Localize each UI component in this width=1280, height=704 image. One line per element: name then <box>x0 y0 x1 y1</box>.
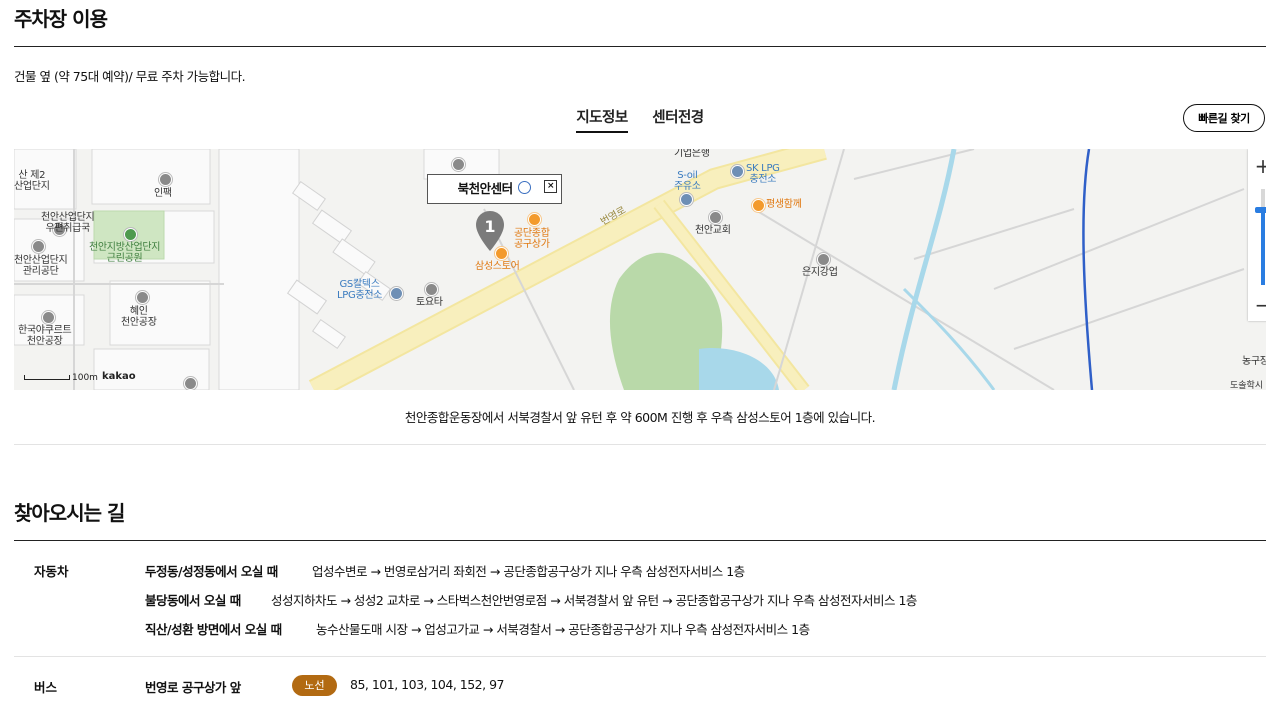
parking-divider <box>14 46 1266 47</box>
zoom-level-fill <box>1261 211 1265 285</box>
tab-center-view[interactable]: 센터전경 <box>652 106 704 131</box>
map-view[interactable]: 기업은행 S-oil 주유소 SK LPG 충전소 평생함께 천안교회 은지강업… <box>14 149 1266 390</box>
zoom-handle[interactable] <box>1255 207 1266 213</box>
poi-icon <box>184 377 197 390</box>
location-marker[interactable]: 1 <box>476 211 504 251</box>
map-label: 토요타 <box>416 297 443 308</box>
map-label: 천안지방산업단지 근린공원 <box>89 242 161 264</box>
gas-station-icon <box>680 193 693 206</box>
route-from: 두정동/성정동에서 오실 때 <box>145 564 278 579</box>
gas-station-icon <box>390 287 403 300</box>
route-from: 불당동에서 오실 때 <box>145 593 241 608</box>
poi-icon <box>42 311 55 324</box>
zoom-control: + − <box>1248 149 1266 321</box>
map-label: 은지강업 <box>802 267 838 278</box>
park-icon <box>124 228 137 241</box>
route-from: 직산/성환 방면에서 오실 때 <box>145 622 282 637</box>
map-label: 기업은행 <box>674 149 710 159</box>
map-label: GS칼텍스 LPG충전소 <box>337 279 383 301</box>
directions-title: 찾아오시는 길 <box>14 501 125 525</box>
map-label: SK LPG 충전소 <box>746 163 780 185</box>
gas-station-icon <box>731 165 744 178</box>
map-label: 천안산업단지 관리공단 <box>14 255 68 277</box>
map-tabs: 지도정보 센터전경 <box>0 106 1280 133</box>
poi-icon <box>817 253 830 266</box>
popup-title: 북천안센터 <box>457 181 514 196</box>
parking-title: 주차장 이용 <box>14 7 108 31</box>
tab-map-info[interactable]: 지도정보 <box>576 106 628 133</box>
store-icon <box>528 213 541 226</box>
route-badge: 노선 <box>292 675 337 696</box>
section-divider <box>14 444 1266 445</box>
map-label: S-oil 주유소 <box>674 170 701 192</box>
location-icon <box>518 181 532 194</box>
poi-icon <box>32 240 45 253</box>
poi-icon <box>425 283 438 296</box>
map-scale: 100m <box>24 373 98 383</box>
parking-description: 건물 옆 (약 75대 예약)/ 무료 주차 가능합니다. <box>14 69 246 84</box>
map-background <box>14 149 1245 390</box>
map-label: 공단종합 공구상가 <box>514 228 550 250</box>
map-label: 인팩 <box>154 188 172 199</box>
scale-label: 100m <box>72 373 98 383</box>
quick-route-button[interactable]: 빠른길 찾기 <box>1183 104 1265 132</box>
map-label: 천안교회 <box>695 225 731 236</box>
map-label: 혜인 천안공장 <box>121 306 157 328</box>
route-path: 농수산물도매 시장 → 업성고가교 → 서북경찰서 → 공단종합공구상가 지나 … <box>316 622 810 637</box>
poi-icon <box>159 173 172 186</box>
zoom-in-button[interactable]: + <box>1248 151 1266 181</box>
route-path: 성성지하차도 → 성성2 교차로 → 스타벅스천안번영로점 → 서북경찰서 앞 … <box>271 593 917 608</box>
location-popup: 북천안센터 × <box>427 174 562 204</box>
page: 주차장 이용 건물 옆 (약 75대 예약)/ 무료 주차 가능합니다. 지도정… <box>0 0 1280 704</box>
scale-bar <box>24 375 70 380</box>
bus-lines: 85, 101, 103, 104, 152, 97 <box>350 677 504 692</box>
row-divider <box>14 656 1266 657</box>
map-label: 천안산업단지 우편취급국 <box>41 212 95 234</box>
zoom-out-button[interactable]: − <box>1248 290 1266 320</box>
map-label: 농구장 <box>1242 356 1266 367</box>
close-icon[interactable]: × <box>544 180 557 193</box>
poi-icon <box>136 291 149 304</box>
store-icon <box>752 199 765 212</box>
church-icon <box>709 211 722 224</box>
map-label: 삼성스토어 <box>475 261 520 272</box>
bus-label: 버스 <box>34 680 58 695</box>
poi-icon <box>452 158 465 171</box>
route-path: 업성수변로 → 번영로삼거리 좌회전 → 공단종합공구상가 지나 우측 삼성전자… <box>312 564 745 579</box>
car-label: 자동차 <box>34 564 69 579</box>
map-copyright: 도솔학시 <box>1230 381 1264 390</box>
map-caption: 천안종합운동장에서 서북경찰서 앞 유턴 후 약 600M 진행 후 우측 삼성… <box>404 410 876 425</box>
directions-divider <box>14 540 1266 541</box>
marker-number: 1 <box>484 217 496 236</box>
map-label: 산 제2 산업단지 <box>14 170 50 192</box>
map-provider-logo: kakao <box>102 371 136 382</box>
map-label: 한국야쿠르트 천안공장 <box>18 325 72 347</box>
bus-stop: 번영로 공구상가 앞 <box>145 680 241 695</box>
map-label: 평생함께 <box>766 199 802 210</box>
